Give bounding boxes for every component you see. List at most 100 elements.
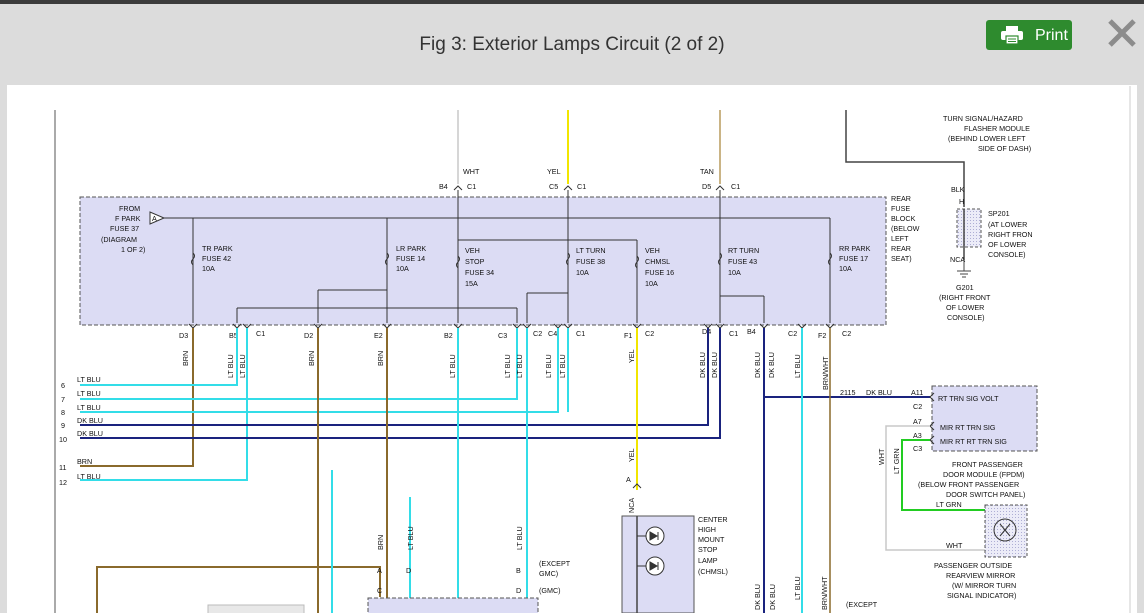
close-icon[interactable] <box>1105 16 1139 50</box>
label-chmsl: HIGH <box>698 525 716 534</box>
label-pin: A7 <box>913 417 922 426</box>
diagram-label: LT BLU <box>77 403 101 412</box>
label-mirror: REARVIEW MIRROR <box>946 571 1015 580</box>
label-circuit-color: DK BLU <box>866 388 892 397</box>
label-except: (EXCEPT <box>539 559 571 568</box>
label-rrpark: 10A <box>839 264 852 273</box>
dialog-header: Fig 3: Exterior Lamps Circuit (2 of 2) P… <box>7 4 1137 85</box>
diagram-label: BRN <box>181 351 190 366</box>
diagram-label: DK BLU <box>77 429 103 438</box>
label-from: F PARK <box>115 214 141 223</box>
label-blk: BLK <box>951 185 965 194</box>
label-brnwht: BRN/WHT <box>820 576 829 610</box>
label-pin: D <box>516 586 521 595</box>
label-ltblu: LT BLU <box>406 526 415 550</box>
diagram-label: BRN <box>307 351 316 366</box>
diagram-label: LT BLU <box>515 354 524 378</box>
label-dkblu: DK BLU <box>768 584 777 610</box>
label-ltturn: FUSE 38 <box>576 257 605 266</box>
label-from: FUSE 37 <box>110 224 139 233</box>
label-pin: C2 <box>913 402 922 411</box>
label-rtturn: FUSE 43 <box>728 257 757 266</box>
label-chmsl: LAMP <box>698 556 718 565</box>
diagram-label: DK BLU <box>77 416 103 425</box>
label-vehstop: FUSE 34 <box>465 268 494 277</box>
label-f2: F2 <box>818 331 826 340</box>
diagram-label: 8 <box>61 408 65 417</box>
print-label: Print <box>1035 27 1068 44</box>
label-lrpark: LR PARK <box>396 244 426 253</box>
label-dkblu: DK BLU <box>753 584 762 610</box>
label-circuit: 2115 <box>840 388 855 397</box>
diagram-label: 6 <box>61 381 65 390</box>
label-c2: C2 <box>842 329 851 338</box>
label-pin: C3 <box>913 444 922 453</box>
label-sp201: RIGHT FRON <box>988 230 1033 239</box>
label-c2: C2 <box>533 329 542 338</box>
label-rfb: BLOCK <box>891 214 916 223</box>
diagram-label: BRN <box>77 457 92 466</box>
diagram-label: 9 <box>61 421 65 430</box>
label-mirror: SIGNAL INDICATOR) <box>947 591 1016 600</box>
label-d4: D4 <box>702 327 711 336</box>
diagram-label: LT BLU <box>793 354 802 378</box>
label-rfb: REAR <box>891 194 911 203</box>
label-chmsl: (CHMSL) <box>698 567 728 576</box>
label-h: H <box>959 197 964 206</box>
label-except: (EXCEPT <box>846 600 878 609</box>
label-ltblu: LT BLU <box>793 576 802 600</box>
label-vehstop: 15A <box>465 279 478 288</box>
label-g201: G201 <box>956 283 974 292</box>
label-rrpark: FUSE 17 <box>839 254 868 263</box>
print-button[interactable]: Print <box>986 20 1072 50</box>
label-mirror: PASSENGER OUTSIDE <box>934 561 1012 570</box>
diagram-label: 7 <box>61 395 65 404</box>
label-chmsl-fuse: FUSE 16 <box>645 268 674 277</box>
label-yel: YEL <box>627 448 636 462</box>
label-vehstop: STOP <box>465 257 485 266</box>
label-fpdm: DOOR MODULE (FPDM) <box>943 470 1024 479</box>
label-rfb: SEAT) <box>891 254 912 263</box>
label-c1: C1 <box>467 182 476 191</box>
label-b4: B4 <box>439 182 448 191</box>
diagram-label: 10 <box>59 435 67 444</box>
label-tsh: (BEHIND LOWER LEFT <box>948 134 1026 143</box>
printer-icon <box>1001 26 1023 44</box>
label-chmsl: MOUNT <box>698 535 725 544</box>
label-rfb: LEFT <box>891 234 909 243</box>
label-d2: D2 <box>304 331 313 340</box>
label-c2: C2 <box>645 329 654 338</box>
diagram-label: LT BLU <box>503 354 512 378</box>
label-sp201: SP201 <box>988 209 1010 218</box>
label-ltturn: 10A <box>576 268 589 277</box>
label-f1: F1 <box>624 331 632 340</box>
label-mirror: (W/ MIRROR TURN <box>952 581 1016 590</box>
label-c1: C1 <box>729 329 738 338</box>
label-g201: CONSOLE) <box>947 313 985 322</box>
label-pin: A <box>377 566 382 575</box>
label-tsh: FLASHER MODULE <box>964 124 1030 133</box>
label-c1: C1 <box>576 329 585 338</box>
label-trpark: FUSE 42 <box>202 254 231 263</box>
label-fpdm-pin: MIR RT RT TRN SIG <box>940 437 1007 446</box>
label-from: (DIAGRAM <box>101 235 137 244</box>
label-d3: D3 <box>179 331 188 340</box>
label-rtturn: RT TURN <box>728 246 759 255</box>
label-pin: A3 <box>913 431 922 440</box>
label-trpark: TR PARK <box>202 244 233 253</box>
label-ltgrn: LT GRN <box>892 448 901 474</box>
label-tsh: TURN SIGNAL/HAZARD <box>943 114 1023 123</box>
label-c1: C1 <box>256 329 265 338</box>
label-rrpark: RR PARK <box>839 244 871 253</box>
diagram-frame: WHT YEL TAN B4 C1 C5 C1 D5 C1 FROM F PAR… <box>7 85 1137 613</box>
label-pin: C <box>377 586 382 595</box>
lower-connector-block <box>367 597 539 613</box>
label-tan: TAN <box>700 167 714 176</box>
connector-chevron <box>453 185 463 191</box>
diagram-label: DK BLU <box>753 352 762 378</box>
label-lrpark: FUSE 14 <box>396 254 425 263</box>
label-except: GMC) <box>539 569 558 578</box>
left-line-labels: 6 LT BLU 7 LT BLU 8 LT BLU 9 DK BLU 10 DK BLU… <box>59 375 103 487</box>
diagram-label: LT BLU <box>238 354 247 378</box>
label-c1: C1 <box>731 182 740 191</box>
